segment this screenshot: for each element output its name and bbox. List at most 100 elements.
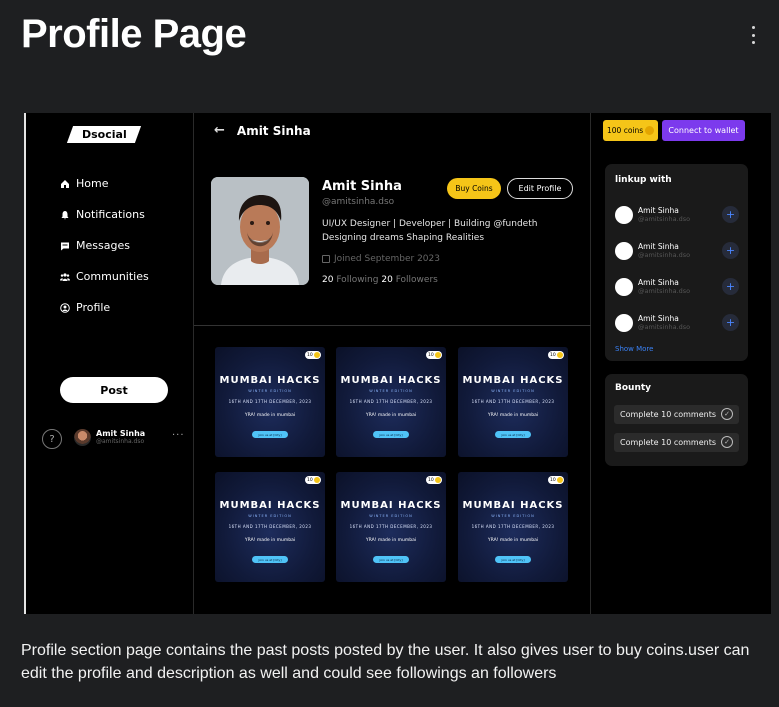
post-cta-button[interactable]: Join us at [City] [252,556,288,563]
post-coin-badge: 10 [548,351,564,359]
post-date: 16TH AND 17TH DECEMBER, 2023 [228,399,312,404]
linkup-handle: @amitsinha.dso [638,251,691,259]
calendar-icon [322,255,330,263]
profile-bio: UI/UX Designer | Developer | Building @f… [322,219,538,229]
linkup-name: Amit Sinha [638,242,679,251]
coins-balance[interactable]: 100 coins [603,120,658,141]
post-tile[interactable]: 10 MUMBAI HACKS WINTER EDITION 16TH AND 17T… [458,472,568,582]
post-subtitle: WINTER EDITION [369,389,413,393]
post-button[interactable]: Post [60,377,168,403]
linkup-item[interactable]: Amit Sinha @amitsinha.dso + [615,240,739,262]
current-user-name: Amit Sinha [96,429,146,438]
post-venue: YRA! made in mumbai [365,538,417,543]
app-logo-text: Dsocial [81,128,127,141]
post-coin-badge: 10 [305,351,321,359]
nav-item-communities[interactable]: Communities [60,270,149,283]
page-title: Profile Page [21,12,247,56]
back-arrow-icon[interactable]: ← [214,123,225,138]
edit-profile-button[interactable]: Edit Profile [507,178,573,199]
bounty-label: Complete 10 comments [620,438,716,447]
profile-main: ← Amit Sinha Amit Sinha @amitsinha.dso U… [194,113,591,614]
linkup-title: linkup with [615,175,672,185]
add-user-button[interactable]: + [722,278,739,295]
post-tile[interactable]: 10 MUMBAI HACKS WINTER EDITION 16TH AND 17T… [215,472,325,582]
post-tile[interactable]: 10 MUMBAI HACKS WINTER EDITION 16TH AND 17T… [215,347,325,457]
nav-item-messages[interactable]: Messages [60,239,130,252]
post-coin-badge: 10 [305,476,321,484]
post-cta-button[interactable]: Join us at [City] [495,556,531,563]
post-date: 16TH AND 17TH DECEMBER, 2023 [349,399,433,404]
current-user-handle: @amitsinha.dso [96,438,145,445]
profile-tagline: Designing dreams Shaping Realities [322,233,485,243]
post-cta-button[interactable]: Join us at [City] [252,431,288,438]
message-icon [60,241,70,251]
post-title: MUMBAI HACKS [462,375,564,386]
post-coin-badge: 10 [426,476,442,484]
more-options-icon[interactable] [746,26,760,44]
user-circle-icon [60,302,70,313]
bounty-title: Bounty [615,383,652,393]
connect-wallet-button[interactable]: Connect to wallet [662,120,745,141]
post-title: MUMBAI HACKS [219,375,321,386]
users-icon [60,272,70,282]
app-logo[interactable]: Dsocial [66,126,142,143]
post-date: 16TH AND 17TH DECEMBER, 2023 [349,524,433,529]
followers-label: Followers [395,275,438,285]
right-panel: 100 coins Connect to wallet linkup with … [591,113,771,614]
profile-name: Amit Sinha [322,179,402,194]
linkup-item[interactable]: Amit Sinha @amitsinha.dso + [615,204,739,226]
post-tile[interactable]: 10 MUMBAI HACKS WINTER EDITION 16TH AND 17T… [458,347,568,457]
more-icon[interactable]: ... [172,427,185,438]
current-user[interactable]: Amit Sinha @amitsinha.dso [74,429,145,446]
bell-icon [60,210,70,220]
avatar [615,206,633,224]
avatar [615,314,633,332]
help-icon[interactable]: ? [42,429,62,449]
profile-header: ← Amit Sinha [214,123,311,138]
caption: Profile section page contains the past p… [21,642,750,682]
nav-item-profile[interactable]: Profile [60,301,110,314]
bounty-item[interactable]: Complete 10 comments ✓ [614,433,739,452]
post-title: MUMBAI HACKS [340,375,442,386]
following-label: Following [336,275,379,285]
post-cta-button[interactable]: Join us at [City] [373,431,409,438]
post-tile[interactable]: 10 MUMBAI HACKS WINTER EDITION 16TH AND 17T… [336,472,446,582]
buy-coins-button[interactable]: Buy Coins [447,178,501,199]
show-more-link[interactable]: Show More [615,345,653,353]
home-icon [60,179,70,189]
linkup-name: Amit Sinha [638,278,679,287]
linkup-item[interactable]: Amit Sinha @amitsinha.dso + [615,312,739,334]
linkup-name: Amit Sinha [638,314,679,323]
add-user-button[interactable]: + [722,206,739,223]
post-subtitle: WINTER EDITION [491,514,535,518]
post-cta-button[interactable]: Join us at [City] [373,556,409,563]
nav-item-home[interactable]: Home [60,177,108,190]
linkup-handle: @amitsinha.dso [638,287,691,295]
nav-label: Communities [76,270,149,283]
post-venue: YRA! made in mumbai [244,413,296,418]
bounty-label: Complete 10 comments [620,410,716,419]
post-tile[interactable]: 10 MUMBAI HACKS WINTER EDITION 16TH AND 17T… [336,347,446,457]
linkup-item[interactable]: Amit Sinha @amitsinha.dso + [615,276,739,298]
post-subtitle: WINTER EDITION [248,514,292,518]
post-coin-badge: 10 [426,351,442,359]
post-date: 16TH AND 17TH DECEMBER, 2023 [471,399,555,404]
linkup-handle: @amitsinha.dso [638,323,691,331]
follow-stats[interactable]: 20 Following 20 Followers [322,275,438,285]
post-cta-button[interactable]: Join us at [City] [495,431,531,438]
add-user-button[interactable]: + [722,242,739,259]
post-venue: YRA! made in mumbai [487,413,539,418]
followers-count: 20 [381,275,393,285]
joined-date: Joined September 2023 [322,254,440,264]
post-subtitle: WINTER EDITION [491,389,535,393]
post-date: 16TH AND 17TH DECEMBER, 2023 [228,524,312,529]
nav-item-notifications[interactable]: Notifications [60,208,145,221]
nav-label: Notifications [76,208,145,221]
linkup-card: linkup with Amit Sinha @amitsinha.dso + Ami… [605,164,748,361]
bounty-item[interactable]: Complete 10 comments ✓ [614,405,739,424]
add-user-button[interactable]: + [722,314,739,331]
profile-photo [211,177,309,285]
avatar [615,242,633,260]
post-title: MUMBAI HACKS [340,500,442,511]
check-circle-icon: ✓ [721,408,733,420]
